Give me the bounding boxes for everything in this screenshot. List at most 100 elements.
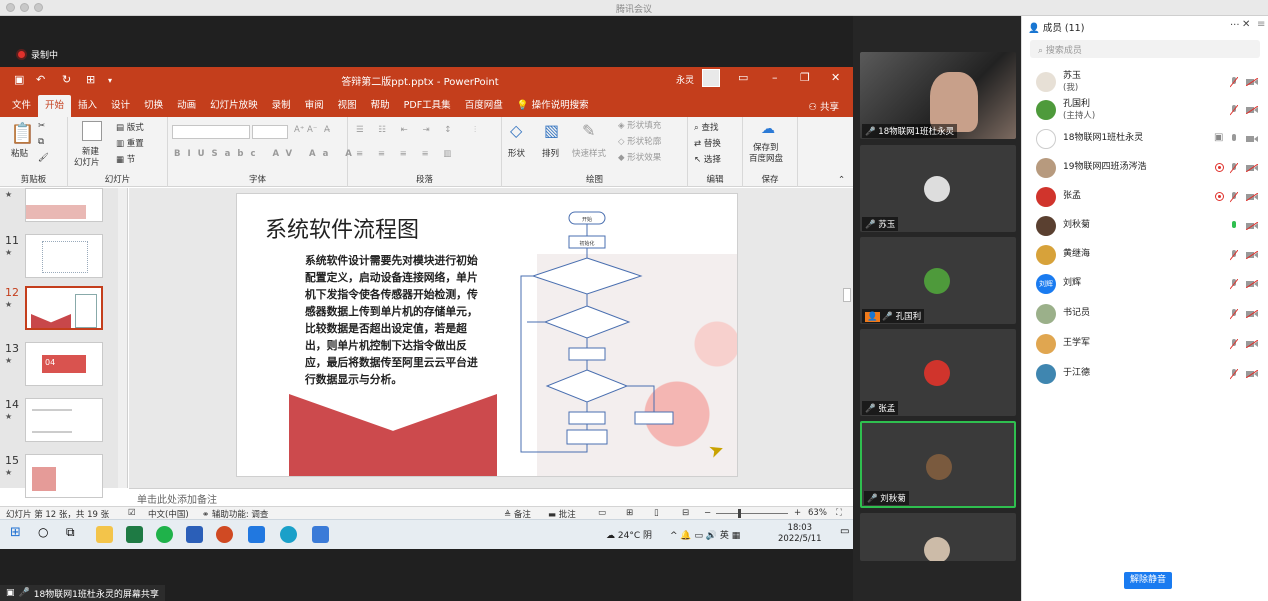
tab-animations[interactable]: 动画 <box>170 95 203 117</box>
tab-transitions[interactable]: 切换 <box>137 95 170 117</box>
reading-view-icon[interactable]: ▯ <box>654 508 659 518</box>
clear-format-icon[interactable]: A̶ <box>324 125 330 135</box>
tab-view[interactable]: 视图 <box>331 95 364 117</box>
select-button[interactable]: ↖ 选择 <box>694 153 721 165</box>
slide-title[interactable]: 系统软件流程图 <box>265 212 419 244</box>
shape-effects-button[interactable]: ◆ 形状效果 <box>618 151 661 163</box>
video-tile[interactable]: 👤 🎤 孔国利 <box>860 237 1016 324</box>
tab-baidu-netdisk[interactable]: 百度网盘 <box>458 95 510 117</box>
text-direction-icon[interactable]: ⫶ <box>474 125 476 135</box>
find-button[interactable]: ⌕ 查找 <box>694 121 718 133</box>
video-tile[interactable]: 🎤 18物联网1班杜永灵 <box>860 52 1016 139</box>
member-row[interactable]: 19物联网四班汤涔浩 <box>1022 154 1268 182</box>
ppt-minimize-icon[interactable]: – <box>772 71 778 84</box>
ppt-close-icon[interactable]: ✕ <box>831 71 840 84</box>
spellcheck-icon[interactable]: ☑ <box>128 508 136 518</box>
font-size-field[interactable] <box>252 125 288 139</box>
member-row[interactable]: 刘秋菊 <box>1022 212 1268 240</box>
slide-thumb-11[interactable] <box>25 234 103 278</box>
panel-menu-icon[interactable]: ≡ <box>1257 19 1265 30</box>
font-format-icons[interactable]: BIUSabc AV Aa A <box>174 149 359 159</box>
tab-review[interactable]: 审阅 <box>298 95 331 117</box>
zoom-out-icon[interactable]: − <box>704 508 711 518</box>
copy-icon[interactable]: ⧉ <box>38 137 44 147</box>
task-view-icon[interactable]: ⧉ <box>66 525 83 542</box>
camera-off-icon[interactable] <box>1246 340 1258 348</box>
fit-slide-icon[interactable]: ⛶ <box>836 508 842 518</box>
mic-muted-icon[interactable] <box>1230 77 1238 88</box>
member-row[interactable]: 书记员 <box>1022 300 1268 328</box>
tab-tell-me-search[interactable]: 💡 操作说明搜索 <box>510 95 596 117</box>
unmute-button[interactable]: 解除静音 <box>1124 572 1172 589</box>
sorter-view-icon[interactable]: ⊞ <box>626 508 633 518</box>
weather-widget[interactable]: ☁ 24°C 阴 <box>606 528 652 541</box>
tab-help[interactable]: 帮助 <box>364 95 397 117</box>
list-icons[interactable]: ☰ ☷ ⇤ ⇥ ↕ <box>356 125 457 135</box>
more-options-icon[interactable]: ··· <box>1230 20 1240 31</box>
notification-icon[interactable]: ▭ <box>840 526 849 537</box>
canvas-scrollbar-thumb[interactable] <box>843 288 851 302</box>
section-button[interactable]: ▦ 节 <box>116 153 135 165</box>
shape-outline-button[interactable]: ◇ 形状轮廓 <box>618 135 661 147</box>
member-row[interactable]: 刘辉 刘辉 <box>1022 270 1268 298</box>
tab-pdf-tools[interactable]: PDF工具集 <box>397 95 458 117</box>
cut-icon[interactable]: ✂ <box>38 121 45 131</box>
camera-on-icon[interactable] <box>1246 135 1258 143</box>
camera-off-icon[interactable] <box>1246 164 1258 172</box>
powerpoint-icon[interactable] <box>216 526 233 543</box>
format-painter-icon[interactable]: 🖌 <box>38 153 49 163</box>
video-tile[interactable] <box>860 513 1016 561</box>
system-tray[interactable]: ^ 🔔 ▭ 🔊 英 ▦ <box>670 528 740 541</box>
ppt-restore-icon[interactable]: ❐ <box>800 71 810 84</box>
wechat-icon[interactable] <box>156 526 173 543</box>
current-slide[interactable]: 系统软件流程图 系统软件设计需要先对模块进行初始配置定义，启动设备连接网络，单片… <box>237 194 737 476</box>
paste-button[interactable]: 粘贴 <box>11 147 28 159</box>
thumbs-scrollbar[interactable] <box>118 188 127 488</box>
slide-thumb-13[interactable]: 04 <box>25 342 103 386</box>
ribbon-display-icon[interactable]: ▭ <box>738 71 748 84</box>
mic-muted-icon[interactable] <box>1230 163 1238 174</box>
ppt-user-name[interactable]: 永灵 <box>676 73 694 86</box>
mic-muted-icon[interactable] <box>1230 369 1238 380</box>
mic-muted-icon[interactable] <box>1230 279 1238 290</box>
word-icon[interactable] <box>186 526 203 543</box>
tab-slideshow[interactable]: 幻灯片放映 <box>203 95 265 117</box>
slide-thumb-12[interactable] <box>25 286 103 330</box>
windows-start-icon[interactable]: ⊞ <box>10 525 27 542</box>
tab-home[interactable]: 开始 <box>38 95 72 117</box>
mic-speaking-icon[interactable] <box>1230 221 1238 232</box>
collapse-ribbon-icon[interactable]: ⌃ <box>838 175 845 185</box>
font-grow-icon[interactable]: A⁺ A⁻ <box>294 125 317 135</box>
camera-off-icon[interactable] <box>1246 310 1258 318</box>
excel-icon[interactable] <box>126 526 143 543</box>
camera-off-icon[interactable] <box>1246 222 1258 230</box>
member-row[interactable]: 于江德 <box>1022 360 1268 388</box>
ime-indicator[interactable]: 英 <box>720 531 729 541</box>
camera-off-icon[interactable] <box>1246 280 1258 288</box>
reset-button[interactable]: ▥ 重置 <box>116 137 144 149</box>
close-panel-icon[interactable]: ✕ <box>1242 19 1250 30</box>
quick-styles-icon[interactable]: ✎ <box>582 121 595 140</box>
zoom-slider[interactable] <box>716 513 788 514</box>
flowchart-diagram[interactable]: 开始 初始化 <box>517 208 677 458</box>
arrange-icon[interactable]: ▧ <box>544 121 559 140</box>
edge-icon[interactable] <box>280 526 297 543</box>
ppt-share-button[interactable]: ⚇ 共享 <box>808 99 839 113</box>
app-icon[interactable] <box>312 526 329 543</box>
normal-view-icon[interactable]: ▭ <box>598 508 606 518</box>
member-row[interactable]: 黄继海 <box>1022 241 1268 269</box>
paste-icon[interactable]: 📋 <box>10 121 35 145</box>
member-row[interactable]: 18物联网1班杜永灵 ▣ <box>1022 125 1268 153</box>
camera-off-icon[interactable] <box>1246 251 1258 259</box>
replace-button[interactable]: ⇄ 替换 <box>694 137 721 149</box>
tab-design[interactable]: 设计 <box>104 95 137 117</box>
zoom-level[interactable]: 63% <box>808 508 827 518</box>
member-search-input[interactable]: ⌕ 搜索成员 <box>1030 40 1260 58</box>
member-row[interactable]: 孔国利 (主持人) <box>1022 96 1268 124</box>
zoom-in-icon[interactable]: + <box>794 508 801 518</box>
member-row[interactable]: 苏玉 (我) <box>1022 68 1268 96</box>
ppt-user-avatar[interactable] <box>702 69 720 87</box>
file-explorer-icon[interactable] <box>96 526 113 543</box>
camera-off-icon[interactable] <box>1246 78 1258 86</box>
mic-muted-icon[interactable] <box>1230 192 1238 203</box>
